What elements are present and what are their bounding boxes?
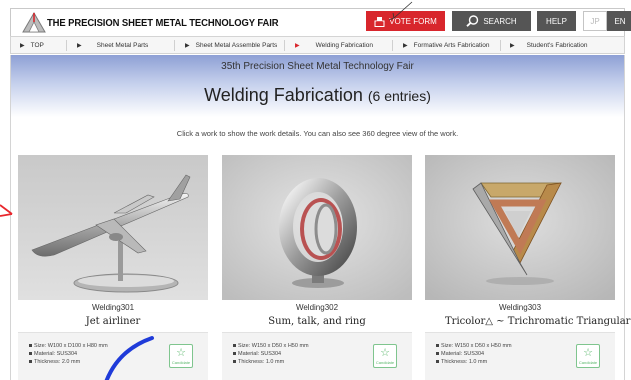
entry-count: (6 entries) (367, 88, 431, 104)
triangle-right-icon: ▶ (403, 42, 408, 49)
frame-border-right (624, 117, 625, 380)
spec-size: Size: W150 x D50 x H50 mm (436, 343, 512, 349)
nav-divider (500, 40, 501, 51)
work-specs: Size: W150 x D50 x H50 mm Material: SUS3… (222, 332, 412, 380)
star-icon: ☆ (380, 346, 390, 359)
star-icon: ☆ (583, 346, 593, 359)
search-label: SEARCH (483, 16, 517, 26)
work-photo-airplane[interactable] (18, 155, 208, 300)
category-nav: ▶ TOP ▶ Sheet Metal Parts ▶ Sheet Metal … (10, 36, 625, 54)
candidate-label: Candidate (375, 359, 395, 365)
work-specs: Size: W150 x D50 x H50 mm Material: SUS3… (425, 332, 615, 380)
work-specs: Size: W100 x D100 x H80 mm Material: SUS… (18, 332, 208, 380)
nav-divider (174, 40, 175, 51)
spec-material: Material: SUS304 (233, 351, 281, 357)
nav-item-top[interactable]: ▶ TOP (20, 37, 44, 53)
language-jp-button[interactable]: JP (583, 11, 607, 31)
nav-item-label: Sheet Metal Parts (96, 41, 149, 49)
language-en-button[interactable]: EN (607, 11, 631, 31)
nav-item-label: Formative Arts Fabrication (413, 41, 490, 49)
work-code: Welding301 (91, 303, 135, 312)
spec-thickness: Thickness: 1.0 mm (233, 359, 284, 365)
penrose-triangle-icon (425, 155, 615, 300)
vote-form-button[interactable]: VOTE FORM (366, 11, 445, 31)
ballot-box-icon (374, 16, 385, 27)
candidate-label: Candidate (578, 359, 598, 365)
work-code: Welding302 (295, 303, 339, 312)
spec-size: Size: W100 x D100 x H80 mm (29, 343, 108, 349)
work-card: Welding302 Sum, talk, and ring Size: W15… (222, 155, 412, 380)
spec-material: Material: SUS304 (436, 351, 484, 357)
candidate-button[interactable]: ☆ Candidate (373, 344, 397, 368)
spec-thickness: Thickness: 1.0 mm (436, 359, 487, 365)
frame-border-left (10, 117, 11, 380)
search-button[interactable]: SEARCH (452, 11, 531, 31)
spec-thickness: Thickness: 2.0 mm (29, 359, 80, 365)
site-title[interactable]: THE PRECISION SHEET METAL TECHNOLOGY FAI… (47, 17, 279, 29)
nav-divider (392, 40, 393, 51)
work-name[interactable]: Jet airliner (18, 316, 208, 327)
nav-divider (284, 40, 285, 51)
site-header: THE PRECISION SHEET METAL TECHNOLOGY FAI… (10, 8, 631, 36)
candidate-label: Candidate (171, 359, 191, 365)
nav-item-formative-arts-fabrication[interactable]: ▶ Formative Arts Fabrication (403, 37, 489, 53)
work-name[interactable]: Sum, talk, and ring (222, 316, 412, 327)
help-button[interactable]: HELP (537, 11, 576, 31)
page-title-text: Welding Fabrication (204, 85, 363, 105)
work-name[interactable]: Tricolor△ ~ Trichromatic Triangular Bule (425, 316, 631, 327)
triangle-right-icon: ▶ (77, 42, 82, 49)
airplane-model-icon (18, 155, 208, 300)
candidate-button[interactable]: ☆ Candidate (169, 344, 193, 368)
work-card: Welding303 Tricolor△ ~ Trichromatic Tria… (425, 155, 631, 380)
nav-item-welding-fabrication[interactable]: ▶ Welding Fabrication (295, 37, 373, 53)
nav-item-students-fabrication[interactable]: ▶ Student's Fabrication (510, 37, 587, 53)
work-photo-triangle[interactable] (425, 155, 615, 300)
triangle-right-icon: ▶ (295, 42, 300, 49)
star-icon: ☆ (176, 346, 186, 359)
work-photo-ring[interactable] (222, 155, 412, 300)
nav-item-label: Student's Fabrication (526, 41, 588, 49)
nav-item-sheet-metal-assemble-parts[interactable]: ▶ Sheet Metal Assemble Parts (185, 37, 277, 53)
vote-form-label: VOTE FORM (389, 16, 437, 26)
nav-divider (66, 40, 67, 51)
page-title: Welding Fabrication (6 entries) (11, 85, 624, 106)
nav-item-sheet-metal-parts[interactable]: ▶ Sheet Metal Parts (77, 37, 148, 53)
triangle-right-icon: ▶ (185, 42, 190, 49)
triangle-right-icon: ▶ (510, 42, 515, 49)
nav-item-label: Sheet Metal Assemble Parts (195, 41, 278, 49)
ring-sculpture-icon (222, 155, 412, 300)
spec-material: Material: SUS304 (29, 351, 77, 357)
candidate-button[interactable]: ☆ Candidate (576, 344, 600, 368)
nav-item-label: Welding Fabrication (315, 41, 373, 49)
triangle-right-icon: ▶ (20, 42, 25, 49)
work-card: Welding301 Jet airliner Size: W100 x D10… (18, 155, 208, 380)
fair-subtitle: 35th Precision Sheet Metal Technology Fa… (221, 61, 414, 72)
nav-item-label: TOP (30, 41, 44, 49)
work-code: Welding303 (498, 303, 542, 312)
site-logo-icon[interactable] (21, 11, 47, 33)
page-hero: 35th Precision Sheet Metal Technology Fa… (10, 55, 625, 117)
instructions-text: Click a work to show the work details. Y… (176, 129, 459, 138)
spec-size: Size: W150 x D50 x H50 mm (233, 343, 309, 349)
search-icon (466, 15, 479, 27)
